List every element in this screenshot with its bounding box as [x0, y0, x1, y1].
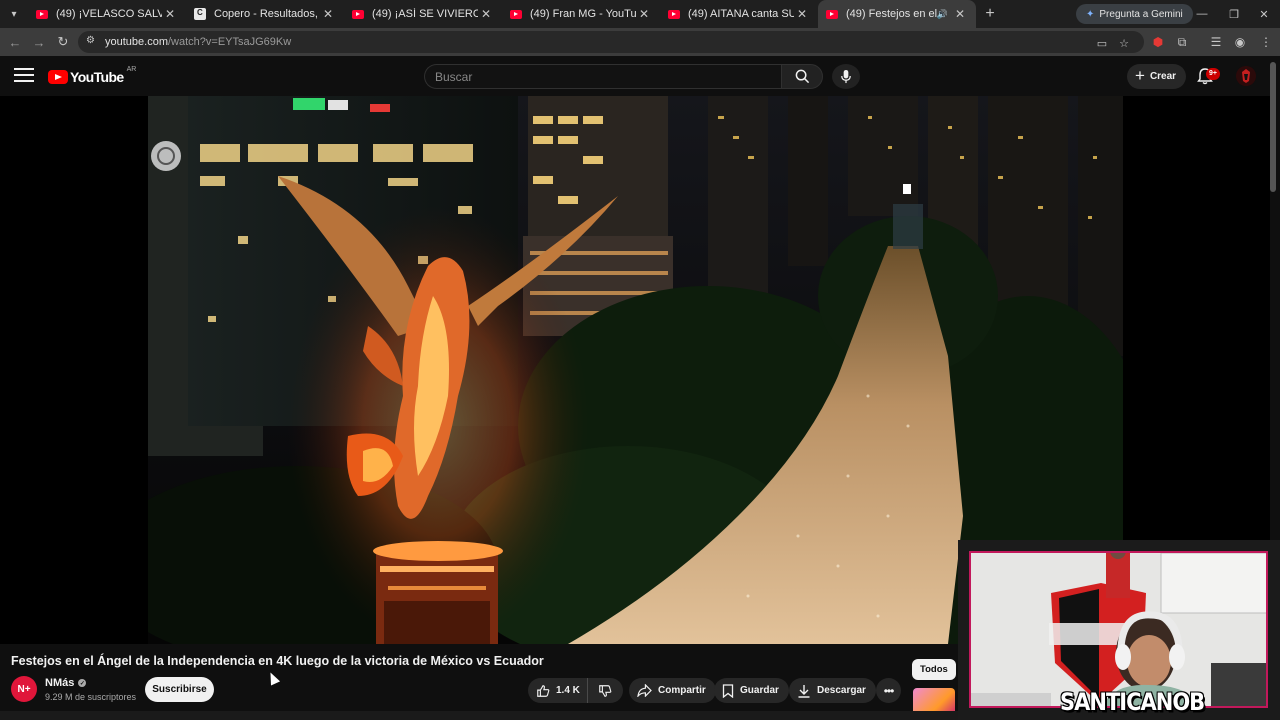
- verified-check-icon: ✓: [78, 679, 87, 687]
- subscriber-count: 9.29 M de suscriptores: [45, 692, 137, 702]
- tab-close-icon[interactable]: ✕: [952, 7, 968, 21]
- reload-icon[interactable]: ↻: [53, 32, 73, 52]
- page-scrollbar[interactable]: [1270, 62, 1276, 192]
- extension-shield-icon[interactable]: ⬢: [1148, 32, 1168, 52]
- tab-close-icon[interactable]: ✕: [162, 7, 178, 21]
- account-avatar[interactable]: [1236, 66, 1256, 86]
- bookmark-icon: [722, 683, 734, 698]
- back-icon[interactable]: ←: [5, 32, 25, 52]
- download-icon: [798, 684, 810, 698]
- country-code: AR: [126, 65, 137, 73]
- streamer-name: SANTICANOB: [1060, 688, 1205, 716]
- like-count: 1.4 K: [556, 685, 580, 696]
- browser-tab[interactable]: (49) AITANA canta SUPERESTRE ✕: [660, 0, 818, 28]
- search-box: [424, 64, 782, 89]
- notification-badge: 9+: [1206, 68, 1220, 80]
- download-button[interactable]: Descargar: [789, 678, 876, 703]
- tab-title: (49) ¡ASÍ SE VIVIERON LOS HIM: [372, 8, 478, 20]
- guide-menu-icon[interactable]: [14, 68, 34, 84]
- video-title: Festejos en el Ángel de la Independencia…: [11, 654, 544, 668]
- copero-favicon-icon: [194, 8, 206, 20]
- webcam-feed: [969, 551, 1268, 708]
- youtube-logo[interactable]: YouTube AR: [48, 65, 137, 85]
- browser-tab[interactable]: (49) ¡ASÍ SE VIVIERON LOS HIM ✕: [344, 0, 502, 28]
- youtube-favicon-icon: [826, 9, 838, 19]
- tab-title: Copero - Resultados, estadístic: [214, 8, 320, 20]
- youtube-favicon-icon: [36, 9, 48, 19]
- tab-title: (49) AITANA canta SUPERESTRE: [688, 8, 794, 20]
- more-actions-icon[interactable]: •••: [876, 678, 901, 703]
- browser-tab[interactable]: Copero - Resultados, estadístic ✕: [186, 0, 344, 28]
- tab-title: (49) ¡VELASCO SALVÓ A BOCA: [56, 8, 162, 20]
- site-info-icon[interactable]: ⚙: [86, 35, 95, 46]
- microphone-icon: [841, 69, 851, 84]
- channel-name-text: NMás: [45, 677, 75, 689]
- gemini-spark-icon: ✦: [1086, 8, 1095, 20]
- create-label: Crear: [1149, 71, 1177, 82]
- like-dislike-group: 1.4 K: [528, 678, 623, 703]
- browser-tab-active[interactable]: (49) Festejos en el Ángel de 🔊 ✕: [818, 0, 976, 28]
- search-input[interactable]: [435, 70, 765, 84]
- forward-icon[interactable]: →: [29, 32, 49, 52]
- tab-close-icon[interactable]: ✕: [478, 7, 494, 21]
- tab-title: (49) Fran MG - YouTube: [530, 8, 636, 20]
- subscribe-button[interactable]: Suscribirse: [145, 677, 214, 702]
- browser-tab-strip: ▾ (49) ¡VELASCO SALVÓ A BOCA ✕ Copero - …: [0, 0, 1280, 28]
- minimize-icon[interactable]: —: [1186, 0, 1218, 28]
- browser-menu-icon[interactable]: ⋮: [1256, 32, 1276, 52]
- gemini-button[interactable]: ✦ Pregunta a Gemini: [1076, 4, 1193, 24]
- thumbs-up-icon: [537, 684, 550, 697]
- search-icon: [795, 69, 809, 84]
- browser-tab[interactable]: (49) Fran MG - YouTube ✕: [502, 0, 660, 28]
- share-label: Compartir: [658, 685, 706, 696]
- webcam-scene-image: [971, 553, 1266, 706]
- media-queue-icon[interactable]: ☰: [1206, 32, 1226, 52]
- youtube-masthead: YouTube AR + Crear: [0, 56, 1280, 96]
- plus-icon: +: [1135, 65, 1145, 85]
- tab-search-icon[interactable]: ▾: [0, 0, 28, 28]
- logo-wordmark: YouTube: [70, 69, 124, 85]
- youtube-favicon-icon: [668, 9, 680, 19]
- tab-close-icon[interactable]: ✕: [636, 7, 652, 21]
- tab-close-icon[interactable]: ✕: [794, 7, 810, 21]
- browser-tab[interactable]: (49) ¡VELASCO SALVÓ A BOCA ✕: [28, 0, 186, 28]
- tab-close-icon[interactable]: ✕: [320, 7, 336, 21]
- restore-icon[interactable]: ❐: [1218, 0, 1250, 28]
- gemini-label: Pregunta a Gemini: [1099, 8, 1183, 20]
- dislike-button[interactable]: [588, 678, 622, 703]
- share-button[interactable]: Compartir: [629, 678, 716, 703]
- url-text: youtube.com/watch?v=EYTsaJG69Kw: [105, 36, 292, 48]
- download-label: Descargar: [817, 685, 866, 696]
- create-button[interactable]: + Crear: [1127, 64, 1187, 89]
- window-close-icon[interactable]: ✕: [1248, 0, 1280, 28]
- extensions-puzzle-icon[interactable]: ⧉: [1172, 32, 1192, 52]
- browser-toolbar: ← → ↻ ⚙ youtube.com/watch?v=EYTsaJG69Kw …: [0, 28, 1280, 56]
- youtube-play-icon: [48, 70, 68, 84]
- profile-icon[interactable]: ◉: [1230, 32, 1250, 52]
- speaker-icon[interactable]: 🔊: [937, 9, 948, 20]
- new-tab-icon[interactable]: +: [976, 5, 1004, 23]
- save-label: Guardar: [740, 685, 779, 696]
- mouse-cursor-icon: [265, 670, 281, 686]
- channel-avatar[interactable]: N+: [11, 676, 37, 702]
- filter-chip-all[interactable]: Todos: [912, 659, 956, 680]
- cast-icon[interactable]: ▭: [1094, 35, 1110, 51]
- youtube-favicon-icon: [352, 9, 364, 19]
- bookmark-star-icon[interactable]: ☆: [1116, 35, 1132, 51]
- search-button[interactable]: [781, 64, 823, 89]
- thumbs-down-icon: [599, 684, 612, 697]
- youtube-favicon-icon: [510, 9, 522, 19]
- save-button[interactable]: Guardar: [714, 678, 789, 703]
- voice-search-button[interactable]: [832, 64, 860, 89]
- address-bar[interactable]: ⚙ youtube.com/watch?v=EYTsaJG69Kw ▭ ☆: [78, 31, 1144, 53]
- channel-name[interactable]: NMás ✓: [45, 677, 87, 689]
- share-arrow-icon: [637, 684, 652, 697]
- tab-title: (49) Festejos en el Ángel de: [846, 8, 937, 20]
- like-button[interactable]: 1.4 K: [528, 678, 588, 703]
